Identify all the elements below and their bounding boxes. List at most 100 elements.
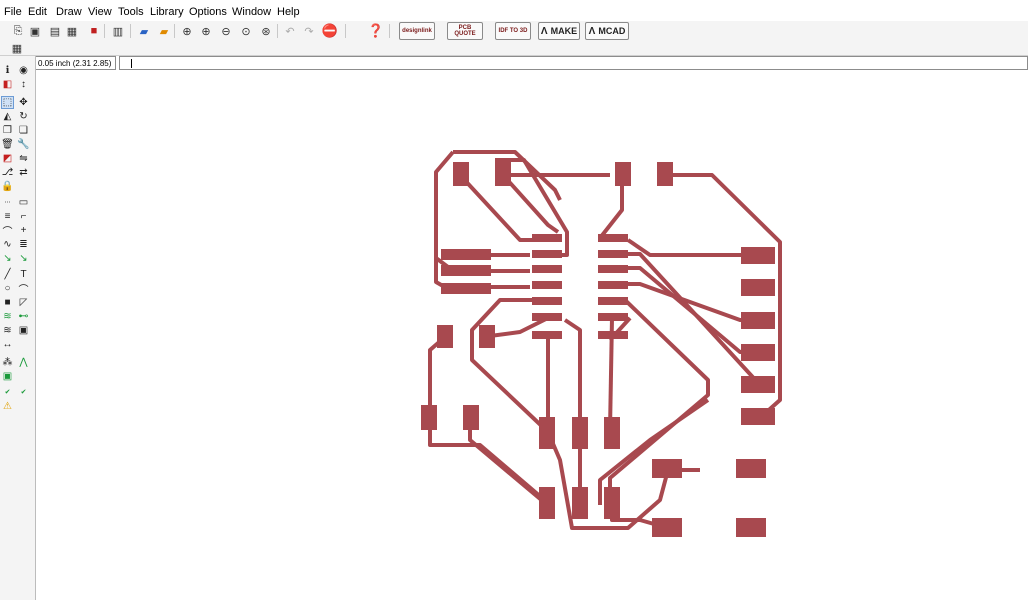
zoom-out-icon[interactable]: ⊖	[218, 23, 234, 39]
coordinate-display: 0.05 inch (2.31 2.85)	[35, 56, 116, 70]
hole-icon[interactable]: ⊷	[17, 310, 30, 323]
info-icon[interactable]: ℹ	[1, 64, 14, 77]
split-icon[interactable]: ⎇	[1, 166, 14, 179]
attribute-icon[interactable]: ≣	[17, 238, 30, 251]
ulp-icon[interactable]: ▰	[136, 23, 152, 39]
errors-icon[interactable]: ⚠	[1, 400, 14, 413]
line-icon[interactable]: ╱	[1, 268, 14, 281]
pad	[495, 162, 511, 186]
optimize-icon[interactable]: ⋯	[1, 196, 14, 209]
ic-pin	[598, 313, 628, 321]
redo-icon[interactable]: ↷	[301, 23, 317, 39]
help-icon[interactable]: ❓	[368, 23, 384, 39]
ic-pin	[532, 265, 562, 273]
copy-icon[interactable]: ❐	[1, 124, 14, 137]
erc-icon[interactable]: ✔	[1, 385, 14, 398]
zoom-redraw-icon[interactable]: ⊛	[258, 23, 274, 39]
trace	[612, 282, 758, 322]
board-icon[interactable]: ■	[86, 23, 102, 39]
signal-icon[interactable]: ▣	[17, 324, 30, 337]
menu-tools[interactable]: Tools	[118, 6, 144, 18]
make-button[interactable]: Λ MAKE	[538, 22, 580, 40]
polygon-icon[interactable]: ◸	[17, 296, 30, 309]
move-icon[interactable]: ✥	[17, 96, 30, 109]
rect-icon[interactable]: ■	[1, 296, 14, 309]
open-icon[interactable]: ⎘	[10, 23, 26, 39]
zoom-fit-icon[interactable]: ⊕	[179, 23, 195, 39]
layers-icon[interactable]: ≋	[1, 324, 14, 337]
pcb-quote-button[interactable]: PCB QUOTE	[447, 22, 483, 40]
stop-icon[interactable]: ⛔	[322, 23, 338, 39]
schematic-icon[interactable]: ▥	[110, 23, 126, 39]
change-icon[interactable]: 🔧	[17, 138, 30, 151]
ic-pin	[532, 313, 562, 321]
circle-icon[interactable]: ○	[1, 282, 14, 295]
wire-icon[interactable]: +	[17, 224, 30, 237]
route-tool-icon[interactable]: ↘	[1, 252, 14, 265]
pad	[657, 162, 673, 186]
delete-icon[interactable]: 🗑	[1, 138, 14, 151]
zoom-select-icon[interactable]: ⊙	[238, 23, 254, 39]
text-icon[interactable]: T	[17, 268, 30, 281]
idf-to-3d-button-label: IDF TO 3D	[498, 28, 528, 34]
select-icon[interactable]: ⬚	[1, 96, 14, 109]
grid-icon[interactable]: ▦	[9, 40, 25, 56]
print-icon[interactable]: ▤	[47, 23, 63, 39]
mcad-button[interactable]: Λ MCAD	[585, 22, 629, 40]
save-icon[interactable]: ▣	[27, 23, 43, 39]
menu-window[interactable]: Window	[232, 6, 271, 18]
ripup-tool-icon[interactable]: ↘	[17, 252, 30, 265]
autorouter-icon[interactable]: ⋀	[17, 356, 30, 369]
tool-palette: ℹ ◉ ◧ ↕ ⬚ ✥ ◭ ↻ ❐ ❏ 🗑 🔧 ◩ ⇋ ⎇ ⇄ 🔒 ⋯ ▭ ≡ …	[0, 56, 36, 600]
group-icon[interactable]: ◩	[1, 152, 14, 165]
route-icon[interactable]: ⌐	[17, 210, 30, 223]
lock-icon[interactable]: 🔒	[1, 180, 14, 193]
board-outline-icon[interactable]: ▣	[1, 370, 14, 383]
pad	[604, 417, 620, 449]
miter-icon[interactable]: ≡	[1, 210, 14, 223]
smash-icon[interactable]: ▭	[17, 196, 30, 209]
ic-pin	[532, 250, 562, 258]
board-canvas[interactable]	[36, 71, 1028, 600]
menu-draw[interactable]: Draw	[56, 6, 82, 18]
idf-to-3d-button[interactable]: IDF TO 3D	[495, 22, 531, 40]
zoom-in-icon[interactable]: ⊕	[198, 23, 214, 39]
pcb-layout	[421, 150, 782, 537]
arc-draw-icon[interactable]: ⌒	[17, 282, 30, 296]
pad	[441, 265, 491, 276]
designlink-button[interactable]: designlink	[399, 22, 435, 40]
menu-library[interactable]: Library	[150, 6, 184, 18]
menu-view[interactable]: View	[88, 6, 112, 18]
arc-icon[interactable]: ∿	[1, 238, 14, 251]
pad	[604, 487, 620, 519]
rotate-icon[interactable]: ↻	[17, 110, 30, 123]
via-icon[interactable]: ≋	[1, 310, 14, 323]
cam-icon[interactable]: ▦	[64, 23, 80, 39]
menu-options[interactable]: Options	[189, 6, 227, 18]
drc-icon[interactable]: ✔	[17, 385, 30, 398]
pad	[441, 249, 491, 260]
trace	[563, 318, 582, 430]
main-toolbar: ⎘ ▣ ▤ ▦ ■ ▥ ▰ ▰ ⊕ ⊕ ⊖ ⊙ ⊛ ↶ ↷ ⛔ ❓ design…	[0, 21, 1028, 41]
ic-pin	[598, 331, 628, 339]
display-layers-icon[interactable]: ◧	[1, 78, 14, 91]
replace-icon[interactable]: ⇋	[17, 152, 30, 165]
undo-icon[interactable]: ↶	[282, 23, 298, 39]
paste-icon[interactable]: ❏	[17, 124, 30, 137]
menu-file[interactable]: File	[4, 6, 22, 18]
menu-help[interactable]: Help	[277, 6, 300, 18]
mirror-icon[interactable]: ◭	[1, 110, 14, 123]
pinswap-icon[interactable]: ⇄	[17, 166, 30, 179]
ic-pin	[598, 281, 628, 289]
menu-edit[interactable]: Edit	[28, 6, 47, 18]
dimension-icon[interactable]: ↔	[1, 338, 14, 351]
pad	[741, 279, 775, 296]
eye-icon[interactable]: ◉	[17, 64, 30, 77]
command-line[interactable]	[119, 56, 1028, 70]
pad	[736, 518, 766, 537]
menu-bar: File Edit Draw View Tools Library Option…	[0, 4, 1028, 22]
ratsnest-icon[interactable]: ⁂	[1, 356, 14, 369]
script-icon[interactable]: ▰	[156, 23, 172, 39]
mark-icon[interactable]: ↕	[17, 78, 30, 91]
ripup-icon[interactable]: ⌒	[1, 224, 14, 238]
